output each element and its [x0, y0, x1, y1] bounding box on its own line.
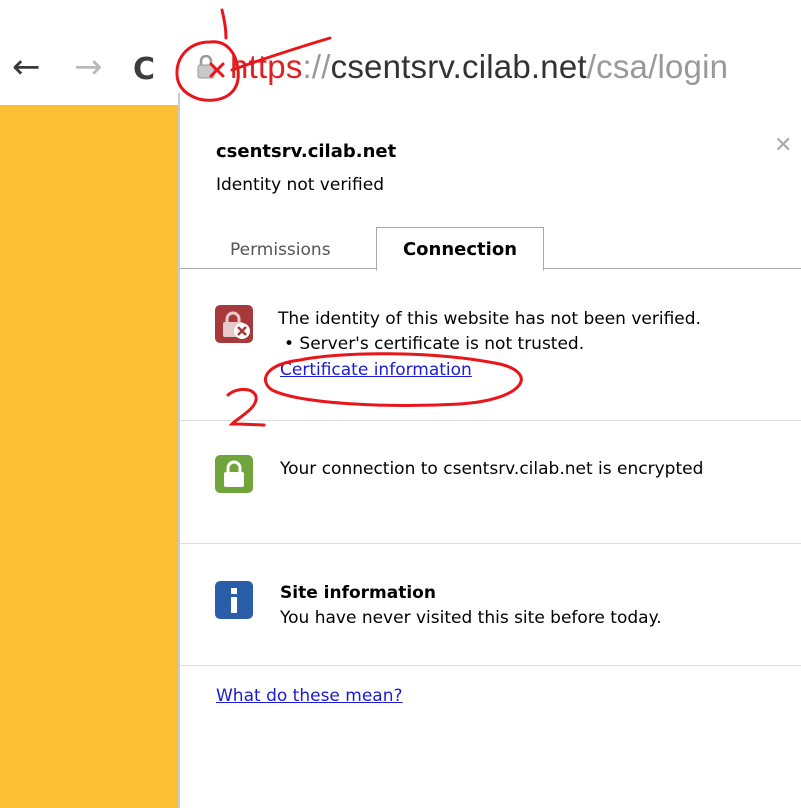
- site-title: csentsrv.cilab.net: [216, 141, 397, 162]
- url-path: /csa/login: [586, 48, 729, 85]
- encryption-text: Your connection to csentsrv.cilab.net is…: [280, 459, 704, 479]
- lock-error-icon[interactable]: [197, 55, 215, 79]
- url-host: csentsrv.cilab.net: [330, 48, 587, 85]
- site-subtitle: Identity not verified: [216, 175, 384, 195]
- page-background: [0, 105, 178, 808]
- back-button[interactable]: ←: [12, 50, 41, 84]
- tab-permissions[interactable]: Permissions: [230, 240, 331, 260]
- lock-error-icon: [215, 305, 253, 343]
- section-divider: [180, 543, 801, 544]
- close-icon[interactable]: ✕: [774, 133, 792, 158]
- forward-button[interactable]: →: [74, 50, 103, 84]
- address-bar[interactable]: https://csentsrv.cilab.net/csa/login: [230, 47, 728, 87]
- url-scheme: https: [230, 48, 303, 85]
- lock-green-icon: [215, 455, 253, 493]
- section-divider: [180, 420, 801, 421]
- url-separator: ://: [302, 48, 331, 85]
- help-link[interactable]: What do these mean?: [216, 685, 403, 707]
- site-info-text: You have never visited this site before …: [280, 608, 662, 628]
- info-icon: [215, 581, 253, 619]
- site-info-title: Site information: [280, 583, 436, 603]
- reload-button[interactable]: C: [133, 53, 155, 87]
- certificate-untrusted-text: • Server's certificate is not trusted.: [284, 334, 585, 354]
- tab-connection[interactable]: Connection: [376, 227, 544, 271]
- browser-toolbar: ← → C https://csentsrv.cilab.net/csa/log…: [0, 0, 801, 105]
- identity-warning-text: The identity of this website has not bee…: [278, 309, 701, 329]
- section-divider: [180, 665, 801, 666]
- certificate-information-link[interactable]: Certificate information: [280, 359, 472, 381]
- site-info-popup: csentsrv.cilab.net Identity not verified…: [180, 105, 801, 808]
